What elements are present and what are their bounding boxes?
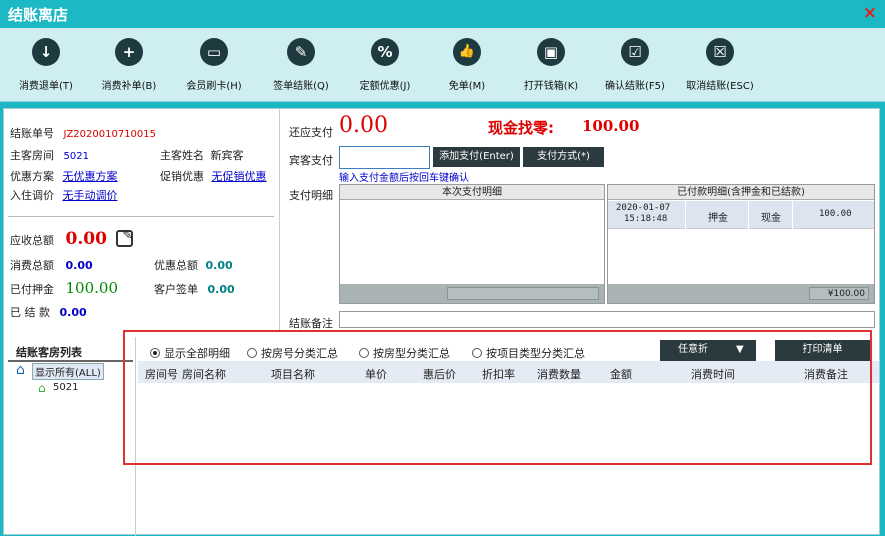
member-card-button[interactable]: ▭ 会员刷卡(H) bbox=[181, 38, 247, 96]
receivable-label: 应收总额 bbox=[10, 234, 54, 247]
cancel-icon: ☒ bbox=[706, 38, 734, 66]
bill-no-value: JZ2020010710015 bbox=[63, 129, 157, 140]
percent-icon: % bbox=[371, 38, 399, 66]
room-list-title: 结账客房列表 bbox=[16, 346, 82, 359]
toolbar: ↓ 消费退单(T) + 消费补单(B) ▭ 会员刷卡(H) ✎ 签单结账(Q) … bbox=[0, 28, 885, 102]
sign-icon: ✎ bbox=[287, 38, 315, 66]
promo-label: 促销优惠 bbox=[160, 170, 204, 183]
wallet-icon: ▣ bbox=[537, 38, 565, 66]
sign-label: 客户签单 bbox=[154, 283, 198, 296]
checkin-adjust-link[interactable]: 无手动调价 bbox=[63, 189, 118, 202]
bill-info-panel: 结账单号 JZ2020010710015 主客房间 5021 主客姓名 新宾客 … bbox=[4, 109, 280, 331]
paid-detail-panel: 已付款明细(含押金和已结款) 2020-01-07 15:18:48 押金 现金… bbox=[607, 184, 875, 304]
consume-value: 0.00 bbox=[65, 259, 93, 272]
guest-pay-input[interactable] bbox=[339, 146, 430, 169]
cancel-checkout-label: 取消结账(ESC) bbox=[686, 81, 754, 92]
member-card-label: 会员刷卡(H) bbox=[186, 81, 242, 92]
open-cashbox-button[interactable]: ▣ 打开钱箱(K) bbox=[518, 38, 584, 96]
paid-total: ¥100.00 bbox=[809, 287, 869, 300]
card-icon: ▭ bbox=[200, 38, 228, 66]
change-value: 100.00 bbox=[582, 117, 640, 135]
receivable-value: 0.00 bbox=[65, 229, 107, 249]
paid-row[interactable]: 2020-01-07 15:18:48 押金 现金 100.00 bbox=[608, 201, 874, 229]
current-payment-panel: 本次支付明细 bbox=[339, 184, 605, 304]
remark-input[interactable] bbox=[339, 311, 875, 328]
window-title: 结账离店 bbox=[8, 6, 69, 24]
paid-method: 现金 bbox=[761, 213, 781, 224]
sign-checkout-label: 签单结账(Q) bbox=[273, 81, 329, 92]
settled-value: 0.00 bbox=[59, 306, 87, 319]
deposit-label: 已付押金 bbox=[10, 283, 54, 296]
settled-label: 已 结 款 bbox=[10, 306, 50, 319]
discount-plan-link[interactable]: 无优惠方案 bbox=[63, 170, 118, 183]
deposit-value: 100.00 bbox=[65, 279, 119, 297]
edit-icon[interactable]: ✎ bbox=[116, 228, 134, 247]
close-icon[interactable]: × bbox=[863, 3, 877, 23]
current-total-field bbox=[447, 287, 599, 300]
refund-button[interactable]: ↓ 消费退单(T) bbox=[14, 38, 78, 96]
fixed-discount-button[interactable]: % 定额优惠(J) bbox=[352, 38, 418, 96]
consume-label: 消费总额 bbox=[10, 259, 54, 272]
due-label: 还应支付 bbox=[289, 126, 333, 139]
add-consumption-button[interactable]: + 消费补单(B) bbox=[97, 38, 161, 96]
paid-time: 15:18:48 bbox=[624, 214, 668, 224]
download-icon: ↓ bbox=[32, 38, 60, 66]
paid-detail-header: 已付款明细(含押金和已结款) bbox=[608, 185, 874, 200]
checkin-adjust-label: 入住调价 bbox=[10, 189, 54, 202]
room-list-item[interactable]: 5021 bbox=[53, 382, 78, 393]
bill-no-label: 结账单号 bbox=[10, 127, 54, 140]
main-body: 结账单号 JZ2020010710015 主客房间 5021 主客姓名 新宾客 … bbox=[3, 108, 880, 536]
payment-hint: 输入支付金额后按回车键确认 bbox=[339, 173, 469, 184]
current-payment-header: 本次支付明细 bbox=[340, 185, 604, 200]
paid-date: 2020-01-07 bbox=[616, 203, 671, 213]
due-value: 0.00 bbox=[339, 113, 388, 138]
room-value: 5021 bbox=[63, 151, 89, 162]
payment-panel: 还应支付 0.00 现金找零: 100.00 宾客支付 添加支付(Enter) … bbox=[282, 109, 879, 331]
guest-label: 主客姓名 bbox=[160, 149, 204, 162]
home-icon: ⌂ bbox=[16, 362, 25, 378]
cancel-checkout-button[interactable]: ☒ 取消结账(ESC) bbox=[682, 38, 758, 96]
add-consumption-label: 消费补单(B) bbox=[101, 81, 157, 92]
fixed-discount-label: 定额优惠(J) bbox=[359, 81, 411, 92]
paid-amount: 100.00 bbox=[819, 209, 852, 219]
divider bbox=[8, 216, 274, 217]
remark-label: 结账备注 bbox=[289, 317, 333, 330]
guest-pay-label: 宾客支付 bbox=[289, 154, 333, 167]
paid-footer: ¥100.00 bbox=[608, 284, 874, 303]
checkbox-icon: ☑ bbox=[621, 38, 649, 66]
paid-type: 押金 bbox=[708, 213, 728, 224]
sign-value: 0.00 bbox=[207, 283, 235, 296]
discount-plan-label: 优惠方案 bbox=[10, 170, 54, 183]
room-icon: ⌂ bbox=[38, 381, 46, 395]
change-label: 现金找零: bbox=[488, 119, 554, 137]
discount-total-value: 0.00 bbox=[205, 259, 233, 272]
room-label: 主客房间 bbox=[10, 149, 54, 162]
free-bill-button[interactable]: 👍 免单(M) bbox=[442, 38, 492, 96]
room-list-panel: 结账客房列表 ⌂ 显示所有(ALL) ⌂ 5021 bbox=[4, 337, 136, 536]
discount-total-label: 优惠总额 bbox=[154, 259, 198, 272]
refund-label: 消费退单(T) bbox=[19, 81, 73, 92]
highlight-box bbox=[123, 330, 872, 465]
sign-checkout-button[interactable]: ✎ 签单结账(Q) bbox=[268, 38, 334, 96]
plus-icon: + bbox=[115, 38, 143, 66]
title-bar: 结账离店 × bbox=[0, 0, 885, 28]
payment-detail-label: 支付明细 bbox=[289, 189, 333, 202]
current-payment-footer bbox=[340, 284, 604, 303]
add-payment-button[interactable]: 添加支付(Enter) bbox=[433, 147, 520, 167]
open-cashbox-label: 打开钱箱(K) bbox=[523, 81, 579, 92]
free-bill-label: 免单(M) bbox=[448, 81, 486, 92]
thumbs-up-icon: 👍 bbox=[453, 38, 481, 66]
payment-method-button[interactable]: 支付方式(*) bbox=[523, 147, 604, 167]
confirm-checkout-button[interactable]: ☑ 确认结账(F5) bbox=[600, 38, 670, 96]
guest-value: 新宾客 bbox=[210, 149, 244, 162]
confirm-checkout-label: 确认结账(F5) bbox=[605, 81, 665, 92]
promo-link[interactable]: 无促销优惠 bbox=[212, 170, 267, 183]
room-list-all[interactable]: 显示所有(ALL) bbox=[32, 363, 104, 380]
